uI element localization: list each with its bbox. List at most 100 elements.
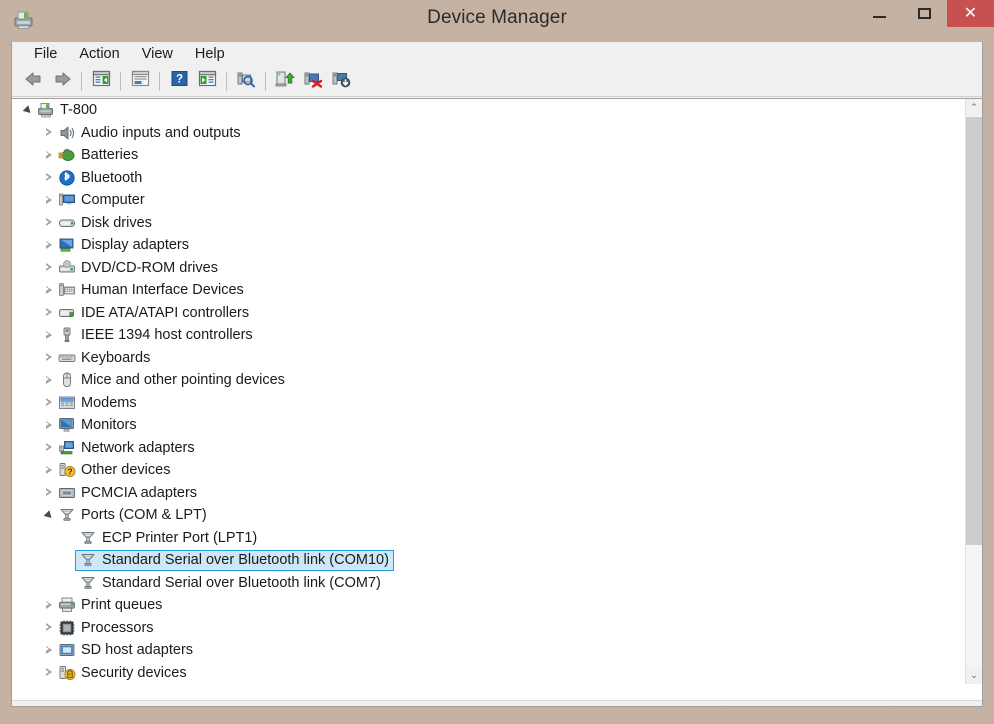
tree-item-label: Print queues bbox=[81, 597, 163, 613]
tree-item[interactable]: ? Other devices bbox=[12, 459, 964, 482]
expand-arrow-icon[interactable] bbox=[41, 369, 58, 391]
back-button[interactable] bbox=[20, 68, 48, 94]
expand-arrow-icon[interactable] bbox=[41, 122, 58, 144]
toolbar-separator-3 bbox=[159, 71, 160, 91]
tree-item[interactable]: IEEE 1394 host controllers bbox=[12, 324, 964, 347]
tree-item[interactable]: IDE ATA/ATAPI controllers bbox=[12, 302, 964, 325]
close-icon: ✕ bbox=[963, 4, 978, 22]
ide-controller-icon bbox=[58, 304, 76, 322]
collapse-arrow-icon[interactable] bbox=[20, 99, 37, 121]
tree-item[interactable]: Ports (COM & LPT) bbox=[12, 504, 964, 527]
tree-item-label: Ports (COM & LPT) bbox=[81, 507, 207, 523]
menu-view[interactable]: View bbox=[131, 44, 184, 65]
tree-item-label: IDE ATA/ATAPI controllers bbox=[81, 304, 250, 321]
tree-item[interactable]: Processors bbox=[12, 617, 964, 640]
scroll-up-button[interactable]: ⌃ bbox=[966, 99, 982, 116]
tree-item[interactable]: Mice and other pointing devices bbox=[12, 369, 964, 392]
toolbar: ? bbox=[12, 66, 982, 97]
window-title: Device Manager bbox=[427, 7, 567, 28]
maximize-button[interactable] bbox=[902, 0, 947, 27]
device-tree[interactable]: T-800 Audio inputs and outputs Batteries… bbox=[12, 99, 964, 684]
tree-item-label: Network adapters bbox=[81, 439, 195, 456]
tree-item[interactable]: Network adapters bbox=[12, 437, 964, 460]
collapse-arrow-icon[interactable] bbox=[41, 504, 58, 526]
tree-item[interactable]: Security devices bbox=[12, 662, 964, 685]
tree-item[interactable]: Batteries bbox=[12, 144, 964, 167]
title-bar: Device Manager ✕ bbox=[0, 0, 994, 41]
expand-arrow-icon[interactable] bbox=[41, 662, 58, 684]
expand-arrow-icon[interactable] bbox=[41, 234, 58, 256]
menu-action[interactable]: Action bbox=[68, 44, 130, 65]
tree-item-selected[interactable]: Standard Serial over Bluetooth link (COM… bbox=[12, 549, 964, 572]
expand-arrow-icon[interactable] bbox=[41, 279, 58, 301]
scrollbar-thumb[interactable] bbox=[966, 117, 982, 545]
uninstall-device-button[interactable] bbox=[299, 68, 327, 94]
disable-device-button[interactable] bbox=[327, 68, 355, 94]
device-tree-panel: T-800 Audio inputs and outputs Batteries… bbox=[12, 98, 982, 706]
scroll-down-button[interactable]: ⌄ bbox=[966, 667, 982, 684]
tree-item[interactable]: Keyboards bbox=[12, 347, 964, 370]
expand-arrow-icon[interactable] bbox=[41, 324, 58, 346]
tree-item[interactable]: Human Interface Devices bbox=[12, 279, 964, 302]
pcmcia-icon bbox=[58, 484, 76, 502]
tree-item[interactable]: Modems bbox=[12, 392, 964, 415]
properties-button[interactable] bbox=[126, 68, 154, 94]
tree-item[interactable]: Bluetooth bbox=[12, 167, 964, 190]
show-hide-console-tree-button[interactable] bbox=[87, 68, 115, 94]
tree-item[interactable]: Computer bbox=[12, 189, 964, 212]
expand-arrow-icon[interactable] bbox=[41, 437, 58, 459]
tree-item-label: Human Interface Devices bbox=[81, 282, 244, 298]
toolbar-separator-4 bbox=[226, 71, 227, 91]
help-button[interactable]: ? bbox=[165, 68, 193, 94]
tree-item[interactable]: Monitors bbox=[12, 414, 964, 437]
speaker-icon bbox=[58, 124, 76, 142]
tree-item[interactable]: PCMCIA adapters bbox=[12, 482, 964, 505]
expand-arrow-icon[interactable] bbox=[41, 347, 58, 369]
tree-item[interactable]: Standard Serial over Bluetooth link (COM… bbox=[12, 572, 964, 595]
expand-arrow-icon[interactable] bbox=[41, 459, 58, 481]
tree-item[interactable]: Print queues bbox=[12, 594, 964, 617]
update-driver-icon bbox=[275, 70, 295, 93]
tree-item[interactable]: DVD/CD-ROM drives bbox=[12, 257, 964, 280]
tree-item-label: Processors bbox=[81, 619, 154, 636]
menu-help[interactable]: Help bbox=[184, 44, 236, 65]
chevron-up-icon: ⌃ bbox=[970, 102, 978, 112]
tree-item-label: Audio inputs and outputs bbox=[81, 124, 241, 141]
vertical-scrollbar[interactable]: ⌃ ⌄ bbox=[965, 99, 982, 684]
expand-arrow-icon[interactable] bbox=[41, 594, 58, 616]
port-icon bbox=[79, 551, 97, 569]
tree-item[interactable]: ECP Printer Port (LPT1) bbox=[12, 527, 964, 550]
status-pane-1 bbox=[12, 704, 722, 706]
tree-item-label: SD host adapters bbox=[81, 642, 194, 658]
computer-device-icon bbox=[58, 191, 76, 209]
close-button[interactable]: ✕ bbox=[947, 0, 994, 27]
tree-item[interactable]: T-800 bbox=[12, 99, 964, 122]
expand-arrow-icon[interactable] bbox=[41, 482, 58, 504]
tree-item[interactable]: Display adapters bbox=[12, 234, 964, 257]
expand-arrow-icon[interactable] bbox=[41, 167, 58, 189]
status-pane-3 bbox=[890, 704, 982, 706]
expand-arrow-icon[interactable] bbox=[41, 617, 58, 639]
toolbar-separator-1 bbox=[81, 71, 82, 91]
expand-arrow-icon[interactable] bbox=[41, 414, 58, 436]
minimize-button[interactable] bbox=[857, 0, 902, 27]
expand-arrow-icon[interactable] bbox=[41, 639, 58, 661]
expand-arrow-icon[interactable] bbox=[41, 189, 58, 211]
tree-item[interactable]: SD host adapters bbox=[12, 639, 964, 662]
tree-item-label: Modems bbox=[81, 394, 137, 411]
expand-arrow-icon[interactable] bbox=[41, 212, 58, 234]
expand-arrow-icon[interactable] bbox=[41, 392, 58, 414]
expand-arrow-icon[interactable] bbox=[41, 144, 58, 166]
scan-for-hardware-changes-button[interactable] bbox=[232, 68, 260, 94]
expand-arrow-icon[interactable] bbox=[41, 302, 58, 324]
update-driver-button[interactable] bbox=[271, 68, 299, 94]
menu-file[interactable]: File bbox=[23, 44, 68, 65]
show-hide-console-tree-icon bbox=[92, 70, 111, 92]
show-hide-action-pane-button[interactable] bbox=[193, 68, 221, 94]
forward-button[interactable] bbox=[48, 68, 76, 94]
tree-item[interactable]: Disk drives bbox=[12, 212, 964, 235]
tree-item[interactable]: Audio inputs and outputs bbox=[12, 122, 964, 145]
expand-arrow-icon[interactable] bbox=[41, 257, 58, 279]
dvd-drive-icon bbox=[58, 259, 76, 277]
